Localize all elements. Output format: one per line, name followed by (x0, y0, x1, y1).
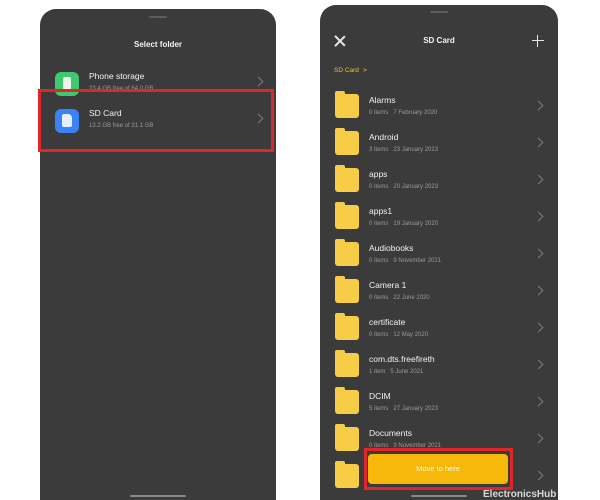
drag-handle[interactable] (149, 16, 167, 18)
folder-date: 7 February 2020 (393, 110, 438, 116)
folder-item-count: 0 items (369, 295, 389, 301)
folder-date: 22 June 2020 (393, 295, 430, 301)
sheet-title: Select folder (133, 40, 182, 49)
folder-icon (335, 128, 359, 155)
folder-name: Camera 1 (369, 280, 407, 290)
folder-meta: 5 items 27 January 2023 (369, 406, 438, 412)
folder-row[interactable]: apps 0 items 20 January 2023 (320, 164, 558, 201)
folder-name: Audiobooks (369, 243, 414, 253)
folder-meta: 0 items 20 January 2023 (369, 184, 438, 190)
folder-date: 9 November 2021 (393, 258, 442, 264)
drag-handle[interactable] (430, 11, 448, 13)
select-folder-sheet: Select folder Phone storage 23.4 GB free… (40, 9, 276, 500)
folder-date: 23 January 2023 (393, 147, 439, 153)
home-indicator (411, 494, 467, 497)
folder-row[interactable]: DCIM 5 items 27 January 2023 (320, 386, 558, 423)
folder-row[interactable]: Alarms 0 items 7 February 2020 (320, 90, 558, 127)
chevron-right-icon (533, 100, 544, 111)
chevron-right-icon (533, 433, 544, 444)
folder-item-count: 0 items (369, 258, 389, 264)
watermark: ElectronicsHub (483, 489, 557, 500)
folder-icon (335, 313, 359, 340)
folder-icon (335, 91, 359, 118)
folder-name: apps1 (369, 206, 393, 216)
folder-icon (335, 461, 359, 488)
folder-name: certificate (369, 317, 406, 327)
chevron-right-icon (533, 211, 544, 222)
folder-name: com.dts.freefireth (369, 354, 435, 364)
folder-name: DCIM (369, 391, 391, 401)
chevron-right-icon (253, 76, 264, 87)
folder-icon (335, 276, 359, 303)
folder-row[interactable]: com.dts.freefireth 1 item 5 June 2021 (320, 349, 558, 386)
breadcrumb-item[interactable]: SD Card (334, 67, 359, 74)
storage-name: Phone storage (89, 71, 145, 81)
page-title: SD Card (423, 36, 455, 45)
folder-name: Documents (369, 428, 412, 438)
folder-icon (335, 387, 359, 414)
top-bar: SD Card (320, 29, 558, 53)
folder-row[interactable]: Audiobooks 0 items 9 November 2021 (320, 238, 558, 275)
folder-icon (335, 239, 359, 266)
highlight-box-sd-card (38, 89, 274, 152)
chevron-right-icon (533, 396, 544, 407)
folder-date: 27 January 2023 (393, 406, 439, 412)
folder-item-count: 1 item (369, 369, 386, 375)
folder-date: 12 May 2020 (393, 332, 429, 338)
folder-date: 20 January 2023 (393, 184, 439, 190)
folder-icon (335, 202, 359, 229)
chevron-right-icon (533, 248, 544, 259)
highlight-box-move-button (364, 448, 513, 490)
folder-name: apps (369, 169, 388, 179)
folder-meta: 3 items 23 January 2023 (369, 147, 438, 153)
folder-row[interactable]: apps1 0 items 19 January 2020 (320, 201, 558, 238)
chevron-right-icon (533, 322, 544, 333)
folder-meta: 0 items 12 May 2020 (369, 332, 428, 338)
sd-card-browser: SD Card SD Card > Alarms 0 items 7 Februa… (320, 5, 558, 500)
folder-name: Alarms (369, 95, 396, 105)
add-folder-icon[interactable] (532, 35, 544, 47)
home-indicator (130, 494, 186, 497)
breadcrumb[interactable]: SD Card > (334, 67, 367, 74)
folder-item-count: 5 items (369, 406, 389, 412)
folder-meta: 0 items 22 June 2020 (369, 295, 430, 301)
folder-icon (335, 165, 359, 192)
breadcrumb-separator: > (362, 67, 367, 74)
folder-meta: 1 item 5 June 2021 (369, 369, 423, 375)
chevron-right-icon (533, 470, 544, 481)
folder-icon (335, 424, 359, 451)
folder-item-count: 0 items (369, 221, 389, 227)
chevron-right-icon (533, 359, 544, 370)
folder-row[interactable]: Camera 1 0 items 22 June 2020 (320, 275, 558, 312)
folder-row[interactable]: certificate 0 items 12 May 2020 (320, 312, 558, 349)
folder-meta: 0 items 7 February 2020 (369, 110, 437, 116)
folder-item-count: 0 items (369, 332, 389, 338)
chevron-right-icon (533, 174, 544, 185)
folder-name: Android (369, 132, 399, 142)
folder-row[interactable]: Android 3 items 23 January 2023 (320, 127, 558, 164)
folder-meta: 0 items 9 November 2021 (369, 258, 441, 264)
folder-item-count: 3 items (369, 147, 389, 153)
folder-item-count: 0 items (369, 184, 389, 190)
chevron-right-icon (533, 285, 544, 296)
folder-item-count: 0 items (369, 110, 389, 116)
folder-meta: 0 items 19 January 2020 (369, 221, 438, 227)
chevron-right-icon (533, 137, 544, 148)
folder-icon (335, 350, 359, 377)
folder-date: 19 January 2020 (393, 221, 439, 227)
folder-date: 5 June 2021 (390, 369, 424, 375)
